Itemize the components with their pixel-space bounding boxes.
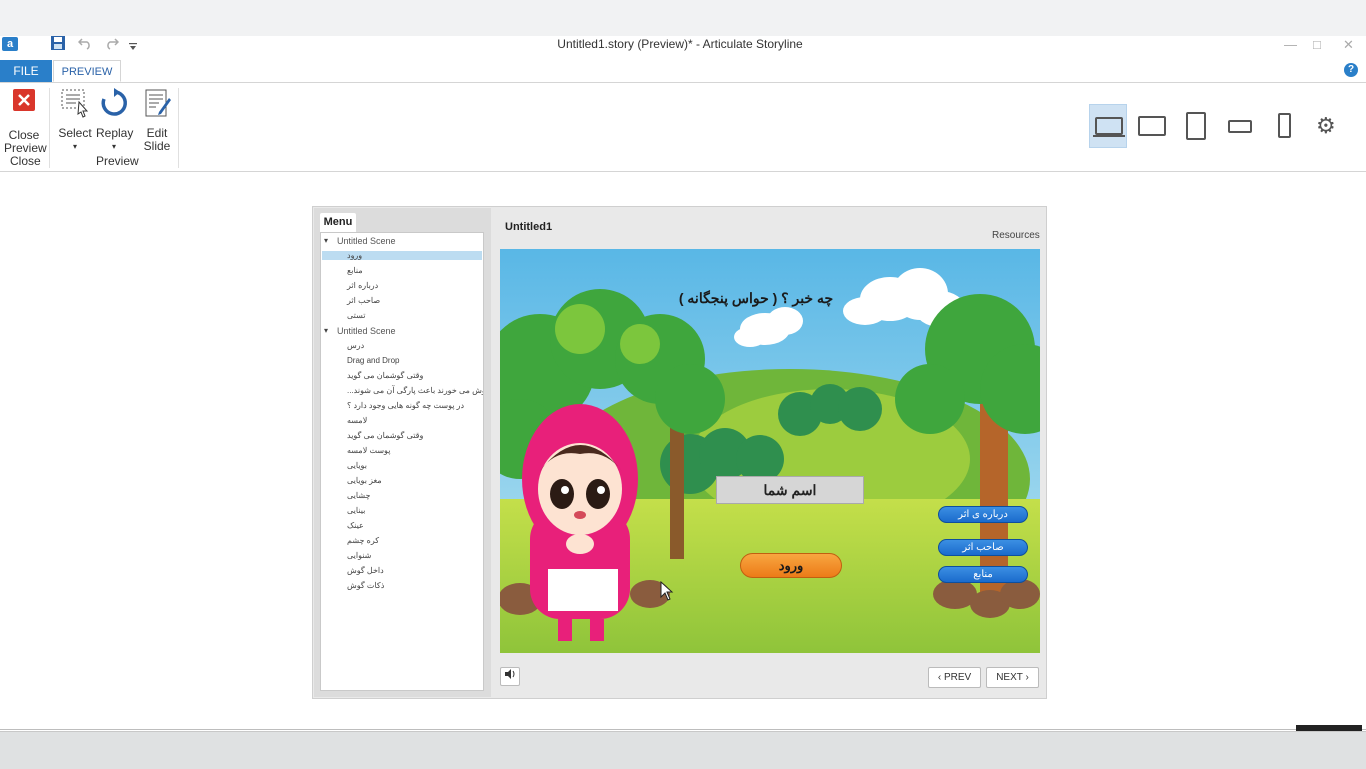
window-title: Untitled1.story (Preview)* - Articulate … bbox=[557, 37, 803, 51]
desktop-top-strip bbox=[0, 0, 1366, 36]
menu-scene-item[interactable]: Untitled Scene bbox=[337, 326, 396, 336]
slide-canvas bbox=[500, 249, 1040, 653]
desktop-device-button[interactable] bbox=[1089, 104, 1127, 148]
customize-toolbar-dropdown-icon[interactable] bbox=[128, 39, 138, 55]
group-label-preview: Preview bbox=[96, 154, 139, 168]
menu-slide-item[interactable]: بویایی bbox=[322, 461, 482, 470]
chevron-left-icon: ‹ bbox=[937, 672, 942, 683]
close-window-icon[interactable]: ✕ bbox=[1343, 37, 1354, 53]
phone-portrait-icon bbox=[1278, 113, 1291, 138]
menu-slide-item[interactable]: چشایی bbox=[322, 491, 482, 500]
next-button[interactable]: NEXT › bbox=[986, 667, 1039, 688]
tablet-landscape-button[interactable] bbox=[1133, 104, 1171, 148]
collapse-arrow-icon[interactable]: ▾ bbox=[324, 236, 328, 245]
prev-button[interactable]: ‹ PREV bbox=[928, 667, 981, 688]
menu-slide-item[interactable]: لامسه bbox=[322, 416, 482, 425]
menu-slide-item[interactable]: درباره اثر bbox=[322, 281, 482, 290]
menu-slide-item[interactable]: وقتی گوشمان می گوید bbox=[322, 431, 482, 440]
save-icon[interactable] bbox=[50, 35, 66, 51]
menu-slide-item[interactable]: Drag and Drop bbox=[322, 356, 482, 365]
close-preview-icon bbox=[4, 88, 44, 115]
undo-icon[interactable] bbox=[77, 36, 92, 52]
menu-slide-item[interactable]: وقتی گوشمان می گوید bbox=[322, 371, 482, 380]
resources-link[interactable]: Resources bbox=[992, 230, 1040, 241]
slide-title: Untitled1 bbox=[505, 221, 553, 233]
select-icon bbox=[56, 88, 94, 121]
work-owner-button[interactable]: صاحب اثر bbox=[938, 539, 1028, 556]
menu-slide-item[interactable]: کره چشم bbox=[322, 536, 482, 545]
menu-slide-item[interactable]: تستی bbox=[322, 311, 482, 320]
phone-landscape-icon bbox=[1228, 120, 1252, 133]
menu-slide-item[interactable]: ورود bbox=[322, 251, 482, 260]
menu-slide-item[interactable]: درس bbox=[322, 341, 482, 350]
enter-button[interactable]: ورود bbox=[740, 553, 842, 578]
menu-slide-item[interactable]: پوست لامسه bbox=[322, 446, 482, 455]
ribbon-tab-bar bbox=[0, 60, 1366, 83]
prev-label: PREV bbox=[943, 672, 972, 683]
menu-slide-item[interactable]: صاحب اثر bbox=[322, 296, 482, 305]
about-work-button[interactable]: درباره ی اثر bbox=[938, 506, 1028, 523]
chevron-right-icon: › bbox=[1025, 672, 1029, 683]
replay-button[interactable]: Replay ▾ bbox=[96, 88, 134, 153]
status-divider bbox=[0, 729, 1366, 730]
replay-icon bbox=[96, 88, 132, 121]
select-label: Select bbox=[58, 126, 92, 140]
phone-landscape-button[interactable] bbox=[1221, 104, 1259, 148]
select-button[interactable]: Select ▾ bbox=[56, 88, 94, 153]
replay-label: Replay bbox=[96, 126, 134, 140]
tablet-portrait-icon bbox=[1186, 112, 1206, 140]
ribbon-separator bbox=[49, 88, 50, 168]
menu-slide-item[interactable]: منابع bbox=[322, 266, 482, 275]
menu-scene-item[interactable]: Untitled Scene bbox=[337, 236, 396, 246]
collapse-arrow-icon[interactable]: ▾ bbox=[324, 326, 328, 335]
slide-background-illustration bbox=[500, 249, 1040, 653]
menu-slide-item[interactable]: ذکات گوش bbox=[322, 581, 482, 590]
ribbon-separator bbox=[178, 88, 179, 168]
slide-heading: چه خبر ؟ ( حواس پنجگانه ) bbox=[678, 290, 834, 306]
tablet-landscape-icon bbox=[1138, 116, 1166, 136]
phone-portrait-button[interactable] bbox=[1265, 104, 1303, 148]
menu-slide-item[interactable]: شنوایی bbox=[322, 551, 482, 560]
tab-preview[interactable]: PREVIEW bbox=[53, 60, 121, 82]
gear-icon[interactable]: ⚙ bbox=[1316, 113, 1336, 139]
speaker-icon bbox=[505, 669, 515, 679]
menu-slide-item[interactable]: عینک bbox=[322, 521, 482, 530]
volume-button[interactable] bbox=[500, 667, 520, 686]
laptop-base bbox=[1093, 135, 1125, 137]
menu-tab[interactable]: Menu bbox=[320, 213, 356, 232]
minimize-icon[interactable]: — bbox=[1284, 37, 1297, 52]
menu-slide-item[interactable]: بینایی bbox=[322, 506, 482, 515]
next-label: NEXT bbox=[996, 672, 1023, 683]
close-preview-button[interactable]: Close Preview bbox=[4, 88, 47, 155]
tab-file[interactable]: FILE bbox=[0, 60, 52, 82]
tablet-portrait-button[interactable] bbox=[1177, 104, 1215, 148]
edit-slide-label-2: Slide bbox=[143, 139, 171, 153]
replay-dropdown-icon: ▾ bbox=[111, 142, 116, 151]
storyline-app-icon[interactable]: a bbox=[2, 37, 18, 51]
laptop-icon bbox=[1095, 117, 1123, 135]
bottom-strip bbox=[0, 731, 1366, 769]
menu-slide-item[interactable]: داخل گوش bbox=[322, 566, 482, 575]
edit-slide-button[interactable]: Edit Slide bbox=[138, 88, 176, 153]
help-icon[interactable]: ? bbox=[1344, 63, 1358, 77]
select-dropdown-icon: ▾ bbox=[72, 142, 77, 151]
mouse-cursor-icon bbox=[660, 580, 674, 606]
menu-slide-item[interactable]: ...پرده ی گوش می خورند باعث پارگی آن می … bbox=[322, 386, 483, 395]
group-label-close: Close bbox=[10, 154, 41, 168]
menu-slide-item[interactable]: مغز بویایی bbox=[322, 476, 482, 485]
name-input-field[interactable]: اسم شما bbox=[716, 476, 864, 504]
sources-button[interactable]: منابع bbox=[938, 566, 1028, 583]
edit-slide-icon bbox=[138, 88, 176, 121]
redo-icon[interactable] bbox=[105, 36, 120, 52]
menu-list: ▾ Untitled Scene ورود منابع درباره اثر صاحب … bbox=[320, 232, 484, 691]
menu-slide-item[interactable]: در پوست چه گونه هایی وجود دارد ؟ bbox=[322, 401, 482, 410]
maximize-icon[interactable]: □ bbox=[1313, 37, 1321, 52]
